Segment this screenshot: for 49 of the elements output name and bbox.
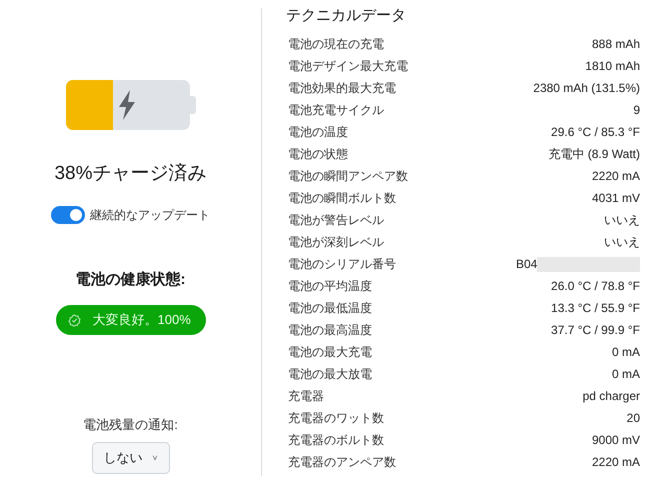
data-label: 充電器 bbox=[288, 388, 324, 404]
data-value: 2220 mA bbox=[592, 169, 640, 183]
data-value: いいえ bbox=[604, 212, 640, 228]
data-label: 電池の最高温度 bbox=[288, 322, 372, 338]
data-value: 充電中 (8.9 Watt) bbox=[548, 146, 640, 162]
data-value: 26.0 °C / 78.8 °F bbox=[551, 279, 640, 293]
data-label: 電池の瞬間アンペア数 bbox=[288, 168, 408, 184]
data-label: 電池の温度 bbox=[288, 124, 348, 140]
data-label: 充電器のワット数 bbox=[288, 410, 384, 426]
data-label: 電池の最大充電 bbox=[288, 344, 372, 360]
data-label: 電池の最大放電 bbox=[288, 366, 372, 382]
toggle-switch[interactable] bbox=[51, 206, 85, 224]
data-label: 電池充電サイクル bbox=[288, 102, 384, 118]
data-label: 電池の平均温度 bbox=[288, 278, 372, 294]
data-value: 2220 mA bbox=[592, 455, 640, 469]
data-label: 電池デザイン最大充電 bbox=[288, 58, 408, 74]
toggle-label: 継続的なアップデート bbox=[90, 206, 210, 224]
data-label: 電池の状態 bbox=[288, 146, 348, 162]
data-value: pd charger bbox=[582, 389, 640, 403]
data-value: 29.6 °C / 85.3 °F bbox=[551, 125, 640, 139]
data-value: 888 mAh bbox=[592, 37, 640, 51]
data-value: 9 bbox=[633, 103, 640, 117]
data-label: 電池のシリアル番号 bbox=[288, 256, 396, 272]
data-value: 0 mA bbox=[612, 345, 640, 359]
charge-status-text: 38%チャージ済み bbox=[54, 162, 207, 186]
data-value: 0 mA bbox=[612, 367, 640, 381]
data-label: 電池が深刻レベル bbox=[288, 234, 384, 250]
data-label: 電池の最低温度 bbox=[288, 300, 372, 316]
data-value: 37.7 °C / 99.9 °F bbox=[551, 323, 640, 337]
data-label: 電池が警告レベル bbox=[288, 212, 384, 228]
data-label: 電池の現在の充電 bbox=[288, 36, 384, 52]
section-title: テクニカルデータ bbox=[286, 6, 407, 25]
data-value: 1810 mAh bbox=[585, 59, 640, 73]
health-title: 電池の健康状態: bbox=[76, 270, 186, 289]
data-value: 20 bbox=[626, 411, 640, 425]
data-value: 9000 mV bbox=[592, 433, 640, 447]
data-value: いいえ bbox=[604, 234, 640, 250]
data-label: 電池の瞬間ボルト数 bbox=[288, 190, 396, 206]
data-label: 充電器のボルト数 bbox=[288, 432, 384, 448]
notification-dropdown[interactable]: しない ˅ bbox=[92, 442, 170, 474]
check-badge-icon bbox=[68, 314, 80, 326]
data-value: B04 bbox=[516, 257, 538, 271]
data-value: 4031 mV bbox=[592, 191, 640, 205]
health-badge: 大変良好。100% bbox=[56, 305, 206, 335]
data-label: 電池効果的最大充電 bbox=[288, 80, 396, 96]
data-value: 2380 mAh (131.5%) bbox=[533, 81, 640, 95]
data-value: 13.3 °C / 55.9 °F bbox=[551, 301, 640, 315]
data-label: 充電器のアンペア数 bbox=[288, 454, 396, 470]
notification-label: 電池残量の通知: bbox=[83, 416, 178, 434]
